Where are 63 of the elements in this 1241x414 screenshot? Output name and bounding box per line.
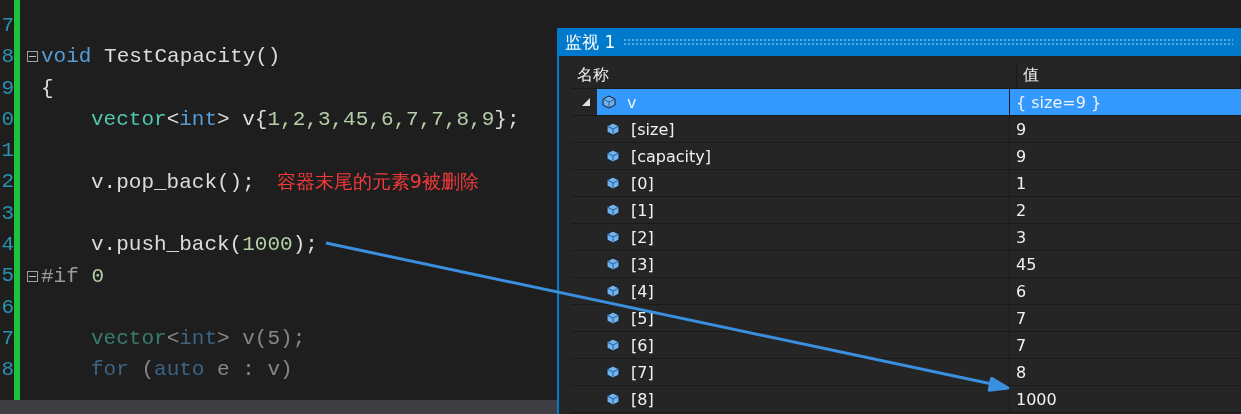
object-icon <box>605 176 621 190</box>
watch-value: { size=9 } <box>1010 89 1241 115</box>
line-number: 2 <box>0 169 14 196</box>
object-icon <box>605 311 621 325</box>
object-icon <box>601 95 617 109</box>
line-number: 4 <box>0 232 14 259</box>
object-icon <box>605 122 621 136</box>
object-icon <box>605 230 621 244</box>
column-header[interactable]: 值 <box>1017 62 1241 88</box>
watch-value: 8 <box>1015 361 1028 384</box>
panel-title: 监视 1 <box>565 30 616 54</box>
watch-name[interactable]: [capacity] <box>601 143 1009 169</box>
line-number: 7 <box>0 13 14 39</box>
object-icon <box>605 284 621 298</box>
watch-value: 2 <box>1015 199 1028 222</box>
watch-name[interactable]: [4] <box>601 278 1009 304</box>
code-line: vector<int> v{1,2,3,45,6,7,7,8,9}; <box>91 108 520 132</box>
code-line: void TestCapacity() <box>41 45 281 69</box>
collapse-icon[interactable] <box>27 270 38 282</box>
watch-name[interactable]: [6] <box>601 332 1009 358</box>
watch-name[interactable]: [7] <box>601 359 1009 385</box>
watch-name[interactable]: [2] <box>601 224 1009 250</box>
annotation-text: 容器末尾的元素9被删除 <box>276 169 479 195</box>
watch-value: 45 <box>1015 253 1038 276</box>
watch-value: 9 <box>1015 118 1028 141</box>
watch-value: 3 <box>1015 226 1028 249</box>
watch-value: 7 <box>1015 307 1028 330</box>
watch-value: 7 <box>1015 334 1028 357</box>
line-number: 3 <box>0 200 14 227</box>
object-icon <box>605 203 621 217</box>
watch-name[interactable]: [0] <box>601 170 1009 196</box>
watch-value: 1000 <box>1015 388 1058 411</box>
line-number: 6 <box>0 294 14 321</box>
line-number: 7 <box>0 325 14 352</box>
line-number: 0 <box>0 106 14 133</box>
watch-value: 6 <box>1015 280 1028 303</box>
object-icon <box>605 338 621 352</box>
watch-name[interactable]: [1] <box>601 197 1009 223</box>
line-number: 8 <box>0 357 14 384</box>
watch-value: 9 <box>1015 145 1028 168</box>
object-icon <box>605 392 621 406</box>
line-number: 5 <box>0 263 14 290</box>
scrollbar[interactable] <box>0 400 557 414</box>
column-header[interactable]: 名称 <box>571 62 1017 88</box>
expand-icon[interactable] <box>581 97 591 107</box>
object-icon <box>605 365 621 379</box>
code-line: vector<int> v(5); <box>91 327 306 351</box>
code-line: { <box>41 76 54 100</box>
watch-value: 1 <box>1015 172 1028 195</box>
code-line: v.push_back(1000); <box>91 233 318 257</box>
watch-name[interactable]: [3] <box>601 251 1009 277</box>
watch-name[interactable]: [5] <box>601 305 1009 331</box>
object-icon <box>605 149 621 163</box>
object-icon <box>605 257 621 271</box>
code-line: for (auto e : v) <box>91 358 293 382</box>
line-number: 8 <box>0 44 14 71</box>
code-line: v.pop_back(); <box>91 170 255 194</box>
watch-name[interactable]: [8] <box>601 386 1009 412</box>
line-number: 1 <box>0 138 14 165</box>
code-line: #if 0 <box>41 264 105 288</box>
line-number: 9 <box>0 75 14 102</box>
watch-name[interactable]: [size] <box>601 116 1009 142</box>
collapse-icon[interactable] <box>27 51 38 63</box>
